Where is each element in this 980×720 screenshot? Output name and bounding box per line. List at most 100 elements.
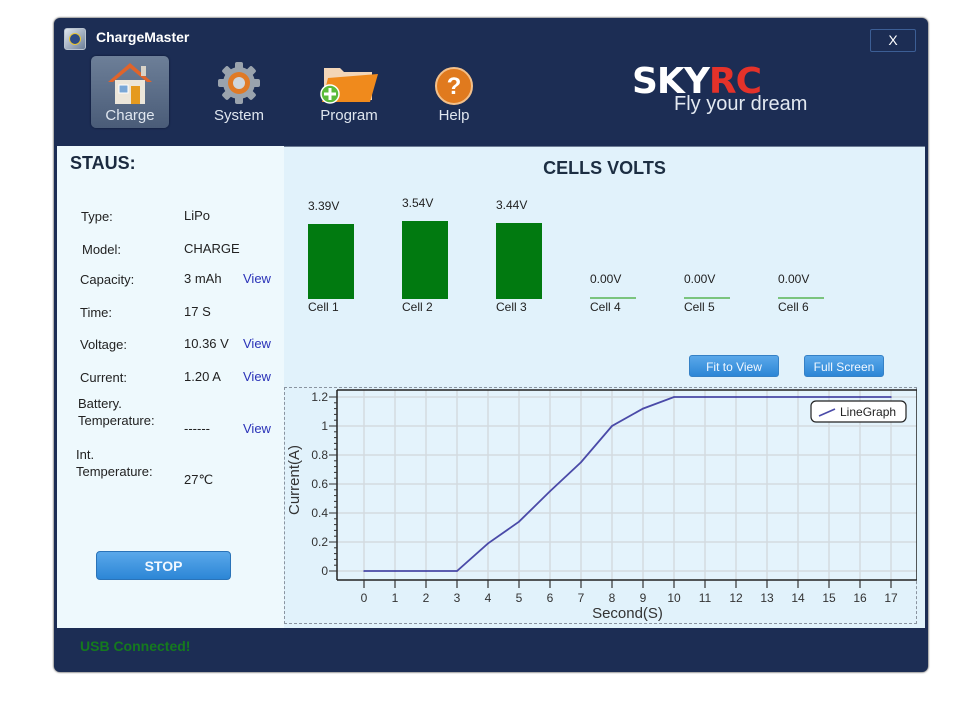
logo-tagline: Fly your dream bbox=[674, 93, 808, 115]
current-value: 1.20 A bbox=[184, 369, 221, 384]
x-tick-label: 4 bbox=[485, 591, 492, 605]
x-tick-label: 5 bbox=[516, 591, 523, 605]
data-point bbox=[487, 542, 489, 545]
time-label: Time: bbox=[80, 305, 113, 320]
y-tick-label: 0 bbox=[321, 564, 328, 578]
data-point bbox=[735, 396, 737, 398]
y-tick-label: 0.8 bbox=[311, 448, 328, 462]
data-point bbox=[766, 396, 768, 398]
toolbar-system-button[interactable]: System bbox=[200, 56, 278, 128]
x-tick-label: 1 bbox=[392, 591, 399, 605]
model-label: Model: bbox=[82, 242, 122, 257]
cell-1-label: Cell 1 bbox=[308, 300, 339, 314]
status-panel: STAUS: Type: LiPo Model: CHARGE Capacity… bbox=[57, 146, 284, 628]
cell-3-value: 3.44V bbox=[496, 198, 528, 212]
toolbar-charge-label: Charge bbox=[105, 107, 155, 124]
x-tick-label: 14 bbox=[791, 591, 805, 605]
cell-2-bar bbox=[402, 221, 448, 299]
battery-temp-label-line2: Temperature: bbox=[78, 413, 155, 428]
x-tick-label: 0 bbox=[361, 591, 368, 605]
cell-5-bar bbox=[684, 297, 730, 299]
help-icon: ? bbox=[435, 67, 473, 105]
y-tick-label: 0.6 bbox=[311, 477, 328, 491]
x-tick-label: 2 bbox=[423, 591, 430, 605]
data-point bbox=[828, 396, 830, 398]
cell-2-value: 3.54V bbox=[402, 196, 434, 210]
data-point bbox=[704, 396, 706, 398]
toolbar-system-label: System bbox=[213, 107, 264, 124]
cell-4-bar bbox=[590, 297, 636, 299]
x-axis-label: Second(S) bbox=[592, 605, 663, 622]
full-screen-button[interactable]: Full Screen bbox=[804, 355, 884, 377]
y-tick-label: 1 bbox=[321, 419, 328, 433]
gear-icon bbox=[218, 62, 260, 104]
app-window: ChargeMaster X Charge System Program ? H… bbox=[54, 18, 928, 672]
legend-label: LineGraph bbox=[840, 405, 896, 419]
type-label: Type: bbox=[81, 209, 113, 224]
cells-panel: CELLS VOLTS 3.39V Cell 1 3.54V Cell 2 3.44V C… bbox=[284, 146, 925, 628]
stop-button[interactable]: STOP bbox=[96, 551, 231, 580]
cell-6-bar bbox=[778, 297, 824, 299]
int-temp-value: 27℃ bbox=[184, 472, 214, 487]
data-point bbox=[363, 570, 365, 572]
cell-4-label: Cell 4 bbox=[590, 300, 621, 314]
usb-status-text: USB Connected! bbox=[80, 638, 191, 654]
x-tick-label: 16 bbox=[853, 591, 867, 605]
x-tick-label: 3 bbox=[454, 591, 461, 605]
cells-title: CELLS VOLTS bbox=[543, 158, 666, 178]
skyrc-logo: SKYRC Fly your dream bbox=[632, 61, 807, 115]
model-value: CHARGE bbox=[184, 241, 240, 256]
current-view-link[interactable]: View bbox=[243, 369, 271, 384]
voltage-view-link[interactable]: View bbox=[243, 336, 271, 351]
capacity-label: Capacity: bbox=[80, 272, 135, 287]
data-point bbox=[425, 570, 427, 572]
data-point bbox=[890, 396, 892, 398]
folder-add-icon bbox=[320, 68, 378, 104]
type-value: LiPo bbox=[184, 208, 211, 223]
toolbar-program-label: Program bbox=[320, 107, 378, 124]
x-tick-label: 12 bbox=[729, 591, 743, 605]
cell-6-value: 0.00V bbox=[778, 272, 810, 286]
cell-4-value: 0.00V bbox=[590, 272, 622, 286]
x-tick-label: 13 bbox=[760, 591, 774, 605]
current-line-chart: 00.20.40.60.811.20 1 2 3 4 5 6 7 8 9 10 11 12 13 14 15 1… bbox=[286, 389, 917, 622]
battery-temp-label: Battery. Temperature: bbox=[78, 395, 155, 429]
battery-temp-view-link[interactable]: View bbox=[243, 421, 271, 436]
cell-5-value: 0.00V bbox=[684, 272, 716, 286]
data-point bbox=[673, 396, 675, 398]
toolbar-help-label: Help bbox=[438, 107, 470, 124]
data-point bbox=[394, 570, 396, 572]
cell-6-label: Cell 6 bbox=[778, 300, 809, 314]
window-title: ChargeMaster bbox=[96, 29, 190, 45]
data-point bbox=[797, 396, 799, 398]
battery-temp-value: ------ bbox=[184, 421, 210, 436]
data-point bbox=[580, 461, 582, 464]
current-label: Current: bbox=[80, 370, 127, 385]
toolbar-help-button[interactable]: ? Help bbox=[415, 56, 493, 128]
x-tick-label: 7 bbox=[578, 591, 585, 605]
toolbar-charge-button[interactable]: Charge bbox=[91, 56, 169, 128]
current-chart-container: 0 0.2 0.4 0.6 0.8 1 1.2 0 1 2 3 4 5 6 7 8 9 10 11 12 13 14 15 1… bbox=[284, 387, 917, 624]
data-point bbox=[642, 407, 644, 410]
x-tick-label: 8 bbox=[609, 591, 616, 605]
close-button[interactable]: X bbox=[870, 29, 916, 52]
int-temp-label: Int. Temperature: bbox=[76, 446, 153, 480]
x-tick-label: 17 bbox=[884, 591, 898, 605]
x-tick-label: 9 bbox=[640, 591, 647, 605]
voltage-value: 10.36 V bbox=[184, 336, 229, 351]
cell-3-label: Cell 3 bbox=[496, 300, 527, 314]
x-tick-label: 15 bbox=[822, 591, 836, 605]
x-tick-label: 11 bbox=[699, 591, 712, 605]
cell-1-bar bbox=[308, 224, 354, 299]
fit-to-view-button[interactable]: Fit to View bbox=[689, 355, 779, 377]
toolbar-program-button[interactable]: Program bbox=[310, 56, 388, 128]
y-tick-label: 0.2 bbox=[311, 535, 328, 549]
capacity-value: 3 mAh bbox=[184, 271, 222, 286]
house-icon bbox=[108, 63, 152, 104]
cell-5-label: Cell 5 bbox=[684, 300, 715, 314]
x-tick-label: 10 bbox=[667, 591, 681, 605]
capacity-view-link[interactable]: View bbox=[243, 271, 271, 286]
data-point bbox=[456, 570, 458, 572]
cell-2-label: Cell 2 bbox=[402, 300, 433, 314]
voltage-label: Voltage: bbox=[80, 337, 127, 352]
